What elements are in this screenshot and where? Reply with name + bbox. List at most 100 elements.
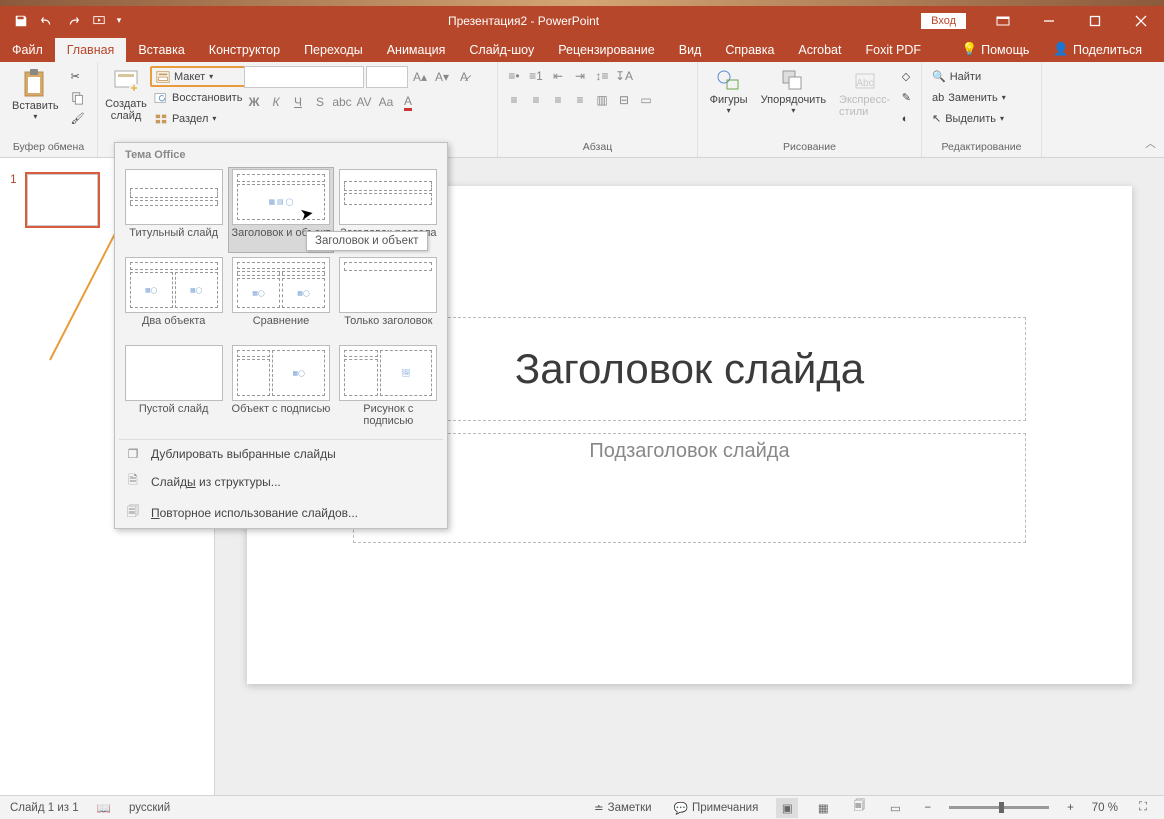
zoom-in-button[interactable]: + — [1063, 802, 1078, 814]
close-button[interactable] — [1118, 6, 1164, 35]
align-center-icon[interactable]: ≡ — [526, 90, 546, 110]
fit-to-window-button[interactable]: ⛶ — [1132, 798, 1154, 818]
layout-title-only[interactable]: Только заголовок — [336, 255, 441, 341]
tab-insert[interactable]: Вставка — [126, 38, 196, 62]
notes-button[interactable]: ≐ Заметки — [590, 801, 656, 815]
new-slide-button[interactable]: Создать слайд — [104, 66, 148, 124]
collapse-ribbon-button[interactable]: ︿ — [1145, 135, 1156, 151]
columns-icon[interactable]: ▥ — [592, 90, 612, 110]
tab-help[interactable]: Справка — [713, 38, 786, 62]
layout-picture-with-caption[interactable]: 🖼 Рисунок с подписью — [336, 343, 441, 433]
clear-formatting-icon[interactable]: A̷ — [454, 67, 474, 87]
qat-redo[interactable] — [60, 8, 86, 34]
ribbon-display-options[interactable] — [980, 6, 1026, 35]
zoom-out-button[interactable]: − — [920, 802, 935, 814]
comments-button[interactable]: 💬 Примечания — [670, 801, 763, 815]
maximize-button[interactable] — [1072, 6, 1118, 35]
tab-slideshow[interactable]: Слайд-шоу — [457, 38, 546, 62]
justify-icon[interactable]: ≡ — [570, 90, 590, 110]
ribbon-tabs: Файл Главная Вставка Конструктор Переход… — [0, 35, 1164, 62]
cut-button[interactable]: ✂ — [67, 66, 89, 87]
format-painter-button[interactable]: 🖌 — [67, 108, 89, 129]
layout-title-slide[interactable]: Титульный слайд — [121, 167, 226, 253]
subtitle-placeholder[interactable]: Подзаголовок слайда — [353, 433, 1026, 543]
indent-decrease-icon[interactable]: ⇤ — [548, 66, 568, 86]
quick-styles-button[interactable]: AbcЭкспресс- стили — [834, 66, 896, 120]
tell-me[interactable]: 💡Помощь — [950, 37, 1042, 62]
outline-icon: ✎ — [902, 91, 911, 104]
smartart-icon[interactable]: ▭ — [636, 90, 656, 110]
indent-increase-icon[interactable]: ⇥ — [570, 66, 590, 86]
title-placeholder[interactable]: Заголовок слайда — [353, 317, 1026, 421]
layout-comparison[interactable]: ▦◯▦◯ Сравнение — [228, 255, 333, 341]
arrange-button[interactable]: Упорядочить▾ — [755, 66, 831, 117]
font-size-combo[interactable] — [366, 66, 408, 88]
reuse-slides-menu[interactable]: 🗐Повторное использование слайдов... — [115, 497, 447, 528]
align-right-icon[interactable]: ≡ — [548, 90, 568, 110]
align-left-icon[interactable]: ≡ — [504, 90, 524, 110]
paste-button[interactable]: Вставить ▾ — [6, 66, 65, 123]
menu-label: Повторное использование слайдов... — [151, 506, 358, 520]
line-spacing-icon[interactable]: ↕≡ — [592, 66, 612, 86]
slides-from-outline-menu[interactable]: 🗎Слайды из структуры... — [115, 466, 447, 497]
slideshow-view-button[interactable]: ▭ — [884, 798, 906, 818]
shape-outline-button[interactable]: ✎ — [898, 87, 915, 108]
qat-undo[interactable] — [34, 8, 60, 34]
layout-button[interactable]: Макет▾ — [150, 66, 246, 87]
zoom-level[interactable]: 70 % — [1092, 802, 1118, 814]
decrease-font-icon[interactable]: A▾ — [432, 67, 452, 87]
sign-in-button[interactable]: Вход — [921, 13, 966, 29]
numbering-icon[interactable]: ≡1 — [526, 66, 546, 86]
language-status[interactable]: русский — [129, 802, 170, 814]
layout-content-with-caption[interactable]: ▦◯ Объект с подписью — [228, 343, 333, 433]
font-name-combo[interactable] — [244, 66, 364, 88]
slide-sorter-view-button[interactable]: ▦ — [812, 798, 834, 818]
tab-home[interactable]: Главная — [55, 38, 127, 62]
text-direction-icon[interactable]: ↧A — [614, 66, 634, 86]
select-button[interactable]: ↖Выделить▾ — [928, 108, 1010, 129]
char-spacing-icon[interactable]: AV — [354, 92, 374, 112]
qat-save[interactable] — [8, 8, 34, 34]
bullets-icon[interactable]: ≡• — [504, 66, 524, 86]
shapes-button[interactable]: Фигуры▾ — [704, 66, 753, 117]
reading-view-button[interactable]: 🗐 — [848, 798, 870, 818]
thumbnail-number: 1 — [10, 172, 17, 228]
strikethrough-icon[interactable]: S — [310, 92, 330, 112]
layout-two-content[interactable]: ▦◯▦◯ Два объекта — [121, 255, 226, 341]
tab-view[interactable]: Вид — [667, 38, 714, 62]
font-color-icon[interactable]: A — [398, 92, 418, 112]
shapes-icon — [716, 68, 742, 94]
reset-button[interactable]: Восстановить — [150, 87, 246, 108]
duplicate-slides-menu[interactable]: ❐Дублировать выбранные слайды — [115, 442, 447, 466]
share-button[interactable]: 👤Поделиться — [1041, 37, 1154, 62]
increase-font-icon[interactable]: A▴ — [410, 67, 430, 87]
tab-design[interactable]: Конструктор — [197, 38, 292, 62]
zoom-slider[interactable] — [949, 806, 1049, 809]
find-button[interactable]: 🔍Найти — [928, 66, 1010, 87]
qat-customize[interactable]: ▾ — [112, 8, 126, 34]
arrange-label: Упорядочить — [761, 94, 826, 106]
spellcheck-status[interactable]: 📖 — [93, 801, 115, 815]
layout-blank[interactable]: Пустой слайд — [121, 343, 226, 433]
italic-icon[interactable]: К — [266, 92, 286, 112]
status-bar: Слайд 1 из 1 📖 русский ≐ Заметки 💬 Приме… — [0, 795, 1164, 819]
shape-fill-button[interactable]: ◇ — [898, 66, 915, 87]
underline-icon[interactable]: Ч — [288, 92, 308, 112]
tab-animations[interactable]: Анимация — [375, 38, 458, 62]
bold-icon[interactable]: Ж — [244, 92, 264, 112]
tab-acrobat[interactable]: Acrobat — [786, 38, 853, 62]
normal-view-button[interactable]: ▣ — [776, 798, 798, 818]
shape-effects-button[interactable]: ◐ — [898, 108, 915, 129]
replace-button[interactable]: abЗаменить▾ — [928, 87, 1010, 108]
tab-review[interactable]: Рецензирование — [546, 38, 667, 62]
align-text-icon[interactable]: ⊟ — [614, 90, 634, 110]
tab-file[interactable]: Файл — [0, 38, 55, 62]
copy-button[interactable] — [67, 87, 89, 108]
minimize-button[interactable] — [1026, 6, 1072, 35]
section-button[interactable]: Раздел▾ — [150, 108, 246, 129]
tab-transitions[interactable]: Переходы — [292, 38, 375, 62]
change-case-icon[interactable]: Aa — [376, 92, 396, 112]
shadow-icon[interactable]: abc — [332, 92, 352, 112]
qat-start-slideshow[interactable] — [86, 8, 112, 34]
tab-foxit[interactable]: Foxit PDF — [854, 38, 934, 62]
